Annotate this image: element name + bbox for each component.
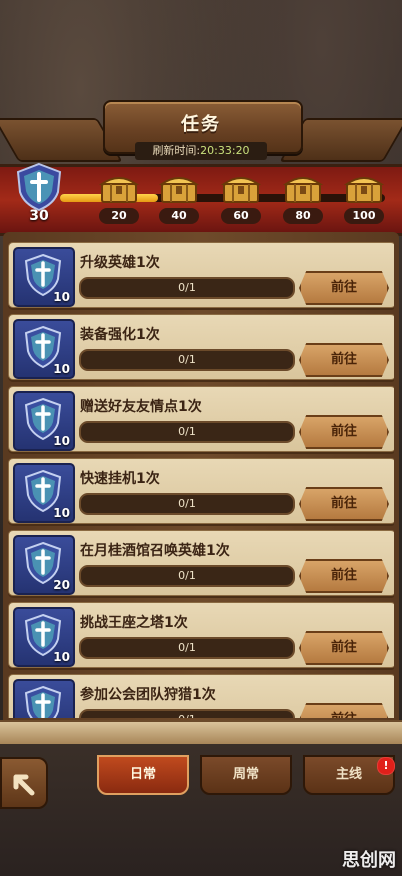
refresh-timer: 刷新时间:20:33:20 — [135, 142, 267, 160]
task-go-button[interactable]: 前往 — [299, 487, 389, 521]
task-progress-text: 0/1 — [178, 281, 196, 294]
task-reward-shield-icon: 10 — [13, 679, 75, 718]
task-progress-text: 0/1 — [178, 353, 196, 366]
task-row: 10 快速挂机1次 0/1 前往 — [8, 458, 394, 524]
task-go-button[interactable]: 前往 — [299, 415, 389, 449]
milestone-chest-icon[interactable] — [98, 170, 140, 204]
task-go-button[interactable]: 前往 — [299, 559, 389, 593]
task-go-button[interactable]: 前往 — [299, 343, 389, 377]
milestone-chest-icon[interactable] — [158, 170, 200, 204]
task-row: 10 升级英雄1次 0/1 前往 — [8, 242, 394, 308]
back-arrow-icon — [13, 774, 35, 796]
task-title: 赠送好友友情点1次 — [80, 399, 202, 415]
task-row: 10 参加公会团队狩猎1次 0/1 前往 — [8, 674, 394, 718]
refresh-label: 刷新时间: — [152, 144, 201, 157]
task-reward-amount: 20 — [53, 578, 70, 592]
panel-bottom-frame — [0, 720, 402, 746]
back-button[interactable] — [0, 757, 48, 809]
task-progress-bar: 0/1 — [79, 421, 295, 443]
task-go-button[interactable]: 前往 — [299, 631, 389, 665]
task-reward-amount: 10 — [53, 506, 70, 520]
task-reward-shield-icon: 10 — [13, 463, 75, 523]
task-progress-text: 0/1 — [178, 641, 196, 654]
task-row: 20 在月桂酒馆召唤英雄1次 0/1 前往 — [8, 530, 394, 596]
task-reward-shield-icon: 10 — [13, 319, 75, 379]
main-tab-alert-badge: ! — [377, 757, 395, 775]
milestone-label: 40 — [159, 208, 199, 224]
milestone-chest-icon[interactable] — [282, 170, 324, 204]
task-title: 在月桂酒馆召唤英雄1次 — [80, 543, 230, 559]
task-progress-text: 0/1 — [178, 569, 196, 582]
task-row: 10 装备强化1次 0/1 前往 — [8, 314, 394, 380]
task-row: 10 赠送好友友情点1次 0/1 前往 — [8, 386, 394, 452]
task-progress-bar: 0/1 — [79, 565, 295, 587]
task-reward-shield-icon: 20 — [13, 535, 75, 595]
task-progress-text: 0/1 — [81, 711, 293, 718]
task-title: 装备强化1次 — [80, 327, 160, 343]
task-progress-text: 0/1 — [178, 497, 196, 510]
task-progress-bar: 0/1 — [79, 709, 295, 718]
task-progress-bar: 0/1 — [79, 493, 295, 515]
milestone-label: 20 — [99, 208, 139, 224]
task-reward-shield-icon: 10 — [13, 607, 75, 667]
task-progress-bar: 0/1 — [79, 637, 295, 659]
task-title: 参加公会团队狩猎1次 — [80, 687, 216, 703]
task-title: 挑战王座之塔1次 — [80, 615, 188, 631]
task-list[interactable]: 10 升级英雄1次 0/1 前往 10 装备强化1次 0/1 前往 10 赠送好友友情点1次 0/1… — [8, 242, 394, 718]
task-progress-bar: 0/1 — [79, 277, 295, 299]
watermark: 思创网 — [342, 850, 396, 871]
task-reward-shield-icon: 10 — [13, 391, 75, 451]
task-reward-shield-icon: 10 — [13, 247, 75, 307]
task-title: 快速挂机1次 — [80, 471, 160, 487]
task-progress-bar: 0/1 — [79, 349, 295, 371]
task-reward-amount: 10 — [53, 434, 70, 448]
milestone-label: 80 — [283, 208, 323, 224]
refresh-time: 20:33:20 — [200, 144, 250, 157]
page-title: 任务 — [181, 114, 221, 135]
task-reward-amount: 10 — [53, 362, 70, 376]
milestone-chest-icon[interactable] — [220, 170, 262, 204]
milestone-label: 60 — [221, 208, 261, 224]
activity-level: 30 — [29, 208, 49, 224]
task-go-button[interactable]: 前往 — [299, 703, 389, 718]
milestone-label: 100 — [344, 208, 384, 224]
task-go-button[interactable]: 前往 — [299, 271, 389, 305]
milestone-chest-icon[interactable] — [343, 170, 385, 204]
task-row: 10 挑战王座之塔1次 0/1 前往 — [8, 602, 394, 668]
tab-weekly[interactable]: 周常 — [200, 755, 292, 795]
task-reward-amount: 10 — [53, 290, 70, 304]
task-progress-text: 0/1 — [178, 425, 196, 438]
task-title: 升级英雄1次 — [80, 255, 160, 271]
task-reward-amount: 10 — [53, 650, 70, 664]
tab-daily[interactable]: 日常 — [97, 755, 189, 795]
